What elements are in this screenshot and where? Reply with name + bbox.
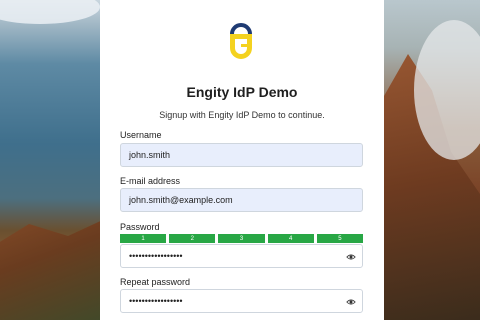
password-input[interactable]: ••••••••••••••••• bbox=[120, 244, 363, 268]
background-cloud bbox=[0, 0, 100, 24]
repeat-password-input[interactable]: ••••••••••••••••• bbox=[120, 289, 363, 313]
repeat-password-value: ••••••••••••••••• bbox=[129, 296, 183, 306]
email-value: john.smith@example.com bbox=[129, 195, 233, 205]
password-label: Password bbox=[120, 222, 160, 232]
username-input[interactable]: john.smith bbox=[120, 143, 363, 167]
eye-icon[interactable] bbox=[346, 252, 356, 262]
username-label: Username bbox=[120, 130, 162, 140]
background-left bbox=[0, 0, 100, 320]
page-subtitle: Signup with Engity IdP Demo to continue. bbox=[159, 110, 325, 120]
background-cliff bbox=[0, 212, 100, 320]
eye-icon[interactable] bbox=[346, 297, 356, 307]
background-right bbox=[384, 0, 480, 320]
strength-segment: 1 bbox=[120, 234, 167, 243]
email-input[interactable]: john.smith@example.com bbox=[120, 188, 363, 212]
email-label: E-mail address bbox=[120, 176, 181, 186]
signup-panel: Engity IdP Demo Signup with Engity IdP D… bbox=[100, 0, 384, 320]
page-title: Engity IdP Demo bbox=[186, 84, 298, 100]
strength-segment: 3 bbox=[218, 234, 265, 243]
engity-logo bbox=[230, 23, 252, 59]
strength-segment: 5 bbox=[316, 234, 364, 243]
strength-segment: 2 bbox=[169, 234, 216, 243]
password-value: ••••••••••••••••• bbox=[129, 251, 183, 261]
username-value: john.smith bbox=[129, 150, 171, 160]
password-strength-meter: 1 2 3 4 5 bbox=[120, 234, 364, 243]
strength-segment: 4 bbox=[267, 234, 314, 243]
repeat-password-label: Repeat password bbox=[120, 277, 191, 287]
